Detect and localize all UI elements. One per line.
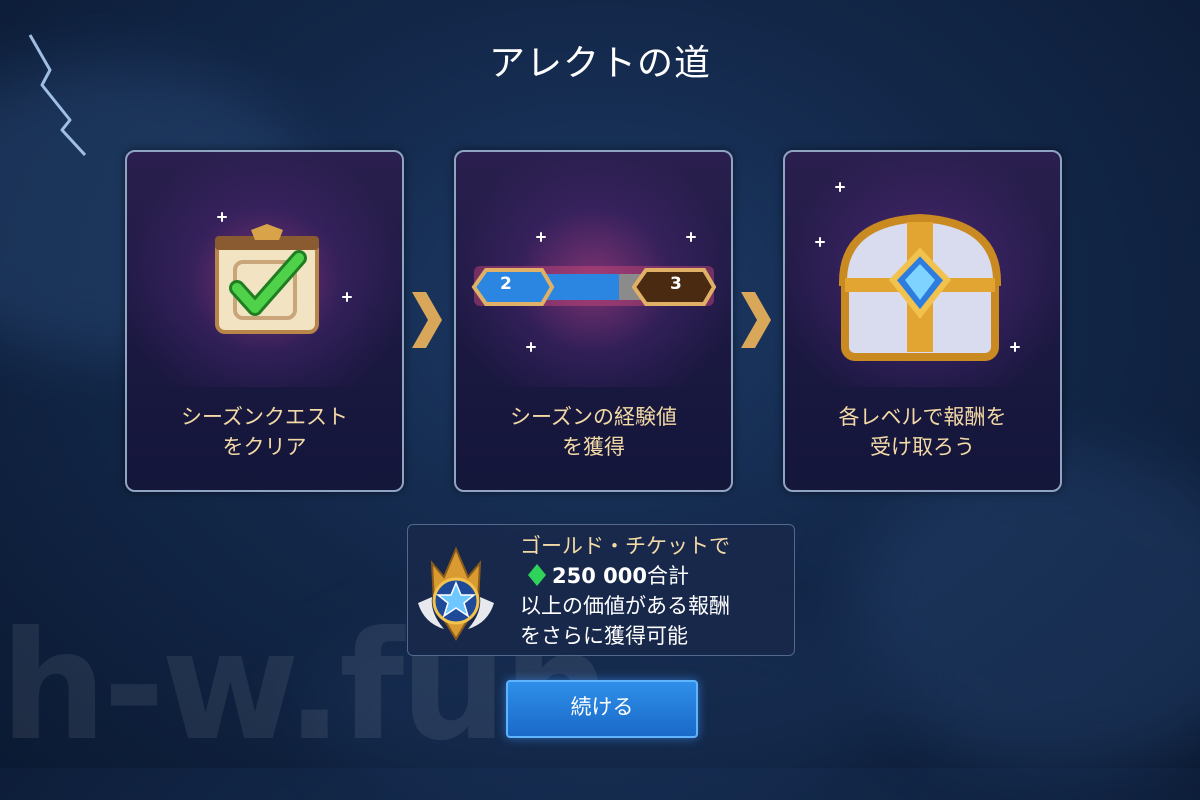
step-card-clear-quests: シーズンクエスト をクリア [125, 150, 404, 492]
treasure-chest-icon [838, 213, 1002, 361]
sparkle-icon [526, 342, 536, 352]
sparkle-icon [342, 292, 352, 302]
step-caption-line1: 各レベルで報酬を [838, 405, 1007, 429]
step-caption: シーズンの経験値 を獲得 [456, 402, 731, 462]
sparkle-icon [815, 237, 825, 247]
background-cloud [850, 450, 1200, 770]
step-card-earn-xp: 2 3 シーズンの経験値 を獲得 [454, 150, 733, 492]
step-caption-line1: シーズンの経験値 [510, 405, 677, 429]
clipboard-check-icon [215, 224, 319, 334]
sparkle-icon [1010, 342, 1020, 352]
sparkle-icon [835, 182, 845, 192]
star-badge-icon [418, 546, 494, 641]
step-caption-line2: をクリア [222, 435, 307, 459]
step-caption: 各レベルで報酬を 受け取ろう [785, 402, 1060, 462]
continue-button[interactable]: 続ける [506, 680, 698, 738]
step-caption-line2: を獲得 [562, 435, 625, 459]
ticket-amount-suffix: 合計 [646, 564, 689, 588]
page-title: アレクトの道 [488, 43, 711, 84]
ticket-line3: 以上の価値がある報酬 [520, 594, 730, 618]
step-caption-line1: シーズンクエスト [181, 405, 348, 429]
chevron-right-icon [412, 292, 442, 348]
level-from-label: 2 [500, 274, 512, 294]
sparkle-icon [686, 232, 696, 242]
ticket-amount-row: 250 000合計 [520, 561, 730, 591]
ticket-line4: をさらに獲得可能 [520, 624, 688, 648]
step-card-claim-rewards: 各レベルで報酬を 受け取ろう [783, 150, 1062, 492]
level-to-label: 3 [670, 274, 682, 294]
gold-ticket-panel: ゴールド・チケットで 250 000合計 以上の価値がある報酬 をさらに獲得可能 [407, 524, 795, 656]
step-caption: シーズンクエスト をクリア [127, 402, 402, 462]
step-caption-line2: 受け取ろう [870, 435, 975, 459]
sparkle-icon [217, 212, 227, 222]
ticket-line1: ゴールド・チケットで [520, 534, 730, 558]
sparkle-icon [536, 232, 546, 242]
green-gem-icon [528, 564, 546, 586]
chevron-right-icon [741, 292, 771, 348]
ticket-amount: 250 000 [552, 564, 647, 588]
gold-ticket-description: ゴールド・チケットで 250 000合計 以上の価値がある報酬 をさらに獲得可能 [520, 531, 730, 651]
